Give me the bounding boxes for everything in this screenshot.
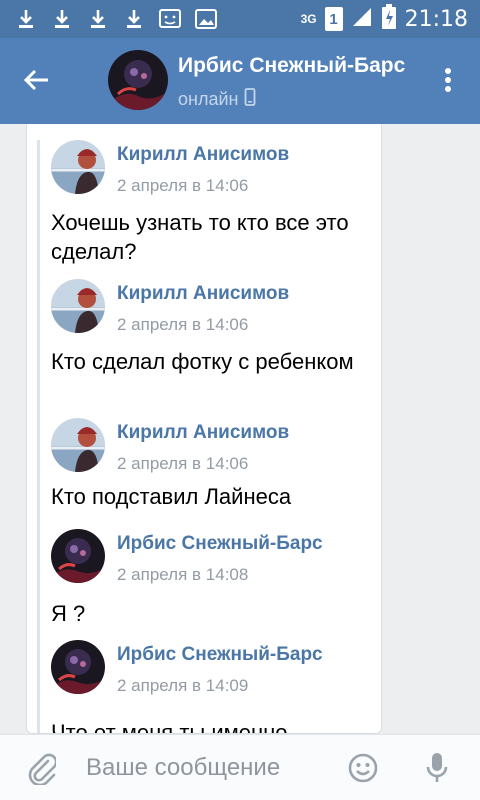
online-status-label: онлайн xyxy=(178,89,239,109)
message-date: 2 апреля в 14:06 xyxy=(117,176,249,195)
forwarded-message: Кирилл Анисимов 2 апреля в 14:06 Кто сде… xyxy=(51,279,371,409)
header-avatar[interactable] xyxy=(108,50,168,110)
download-icon xyxy=(50,7,74,31)
author-avatar[interactable] xyxy=(51,418,105,472)
download-icon xyxy=(14,7,38,31)
signal-icon xyxy=(351,6,373,33)
message-text: Я ? xyxy=(51,601,86,626)
author-name[interactable]: Кирилл Анисимов xyxy=(117,422,289,444)
battery-charging-icon xyxy=(381,3,397,35)
more-options-button[interactable] xyxy=(430,62,466,98)
message-text: Кто сделал фотку с ребенком xyxy=(51,349,354,374)
author-avatar[interactable] xyxy=(51,529,105,583)
message-date: 2 апреля в 14:09 xyxy=(117,676,249,695)
forwarded-message: Ирбис Снежный-Барс 2 апреля в 14:09 Что … xyxy=(51,640,371,734)
author-avatar[interactable] xyxy=(51,140,105,194)
message-date: 2 апреля в 14:08 xyxy=(117,565,249,584)
chat-header: Ирбис Снежный-Барс онлайн xyxy=(0,38,480,124)
author-avatar[interactable] xyxy=(51,640,105,694)
download-icon xyxy=(86,7,110,31)
forwarded-message: Кирилл Анисимов 2 апреля в 14:06 Хочешь … xyxy=(51,140,371,270)
message-composer xyxy=(0,734,480,800)
emoji-button[interactable] xyxy=(344,749,382,787)
sms-notification-icon xyxy=(158,7,182,31)
arrow-left-icon xyxy=(23,69,48,91)
sim-icon: 1 xyxy=(324,7,343,31)
author-name[interactable]: Кирилл Анисимов xyxy=(117,144,289,166)
paperclip-icon xyxy=(28,753,56,785)
forwarded-messages-card[interactable]: Кирилл Анисимов 2 апреля в 14:06 Хочешь … xyxy=(26,124,382,734)
more-vertical-icon xyxy=(445,68,451,92)
message-text: Что от меня ты именно xyxy=(51,720,288,734)
message-date: 2 апреля в 14:06 xyxy=(117,454,249,473)
forwarded-message: Кирилл Анисимов 2 апреля в 14:06 Кто под… xyxy=(51,418,371,523)
forward-indicator-line xyxy=(37,140,40,733)
author-avatar[interactable] xyxy=(51,279,105,333)
forwarded-message: Ирбис Снежный-Барс 2 апреля в 14:08 Я ? xyxy=(51,529,371,634)
status-bar: 3G 1 21:18 xyxy=(0,0,480,38)
author-name[interactable]: Ирбис Снежный-Барс xyxy=(117,533,323,555)
smiley-icon xyxy=(348,753,378,783)
download-icon xyxy=(122,7,146,31)
message-date: 2 апреля в 14:06 xyxy=(117,315,249,334)
author-name[interactable]: Ирбис Снежный-Барс xyxy=(117,644,323,666)
attach-button[interactable] xyxy=(22,749,60,787)
chat-title[interactable]: Ирбис Снежный-Барс xyxy=(178,54,406,78)
message-input[interactable] xyxy=(86,749,326,787)
online-status: онлайн xyxy=(178,88,256,111)
network-type-label: 3G xyxy=(300,12,317,26)
back-button[interactable] xyxy=(18,62,54,98)
network-type-icon: 3G xyxy=(301,13,317,25)
message-text: Кто подставил Лайнеса xyxy=(51,484,292,509)
microphone-icon xyxy=(426,753,448,782)
sim-slot-label: 1 xyxy=(329,10,338,28)
image-notification-icon xyxy=(194,7,218,31)
status-time: 21:18 xyxy=(404,6,468,32)
voice-message-button[interactable] xyxy=(418,749,456,787)
mobile-phone-icon xyxy=(244,88,256,111)
message-text: Хочешь узнать то кто все это сделал? xyxy=(51,210,349,264)
author-name[interactable]: Кирилл Анисимов xyxy=(117,283,289,305)
